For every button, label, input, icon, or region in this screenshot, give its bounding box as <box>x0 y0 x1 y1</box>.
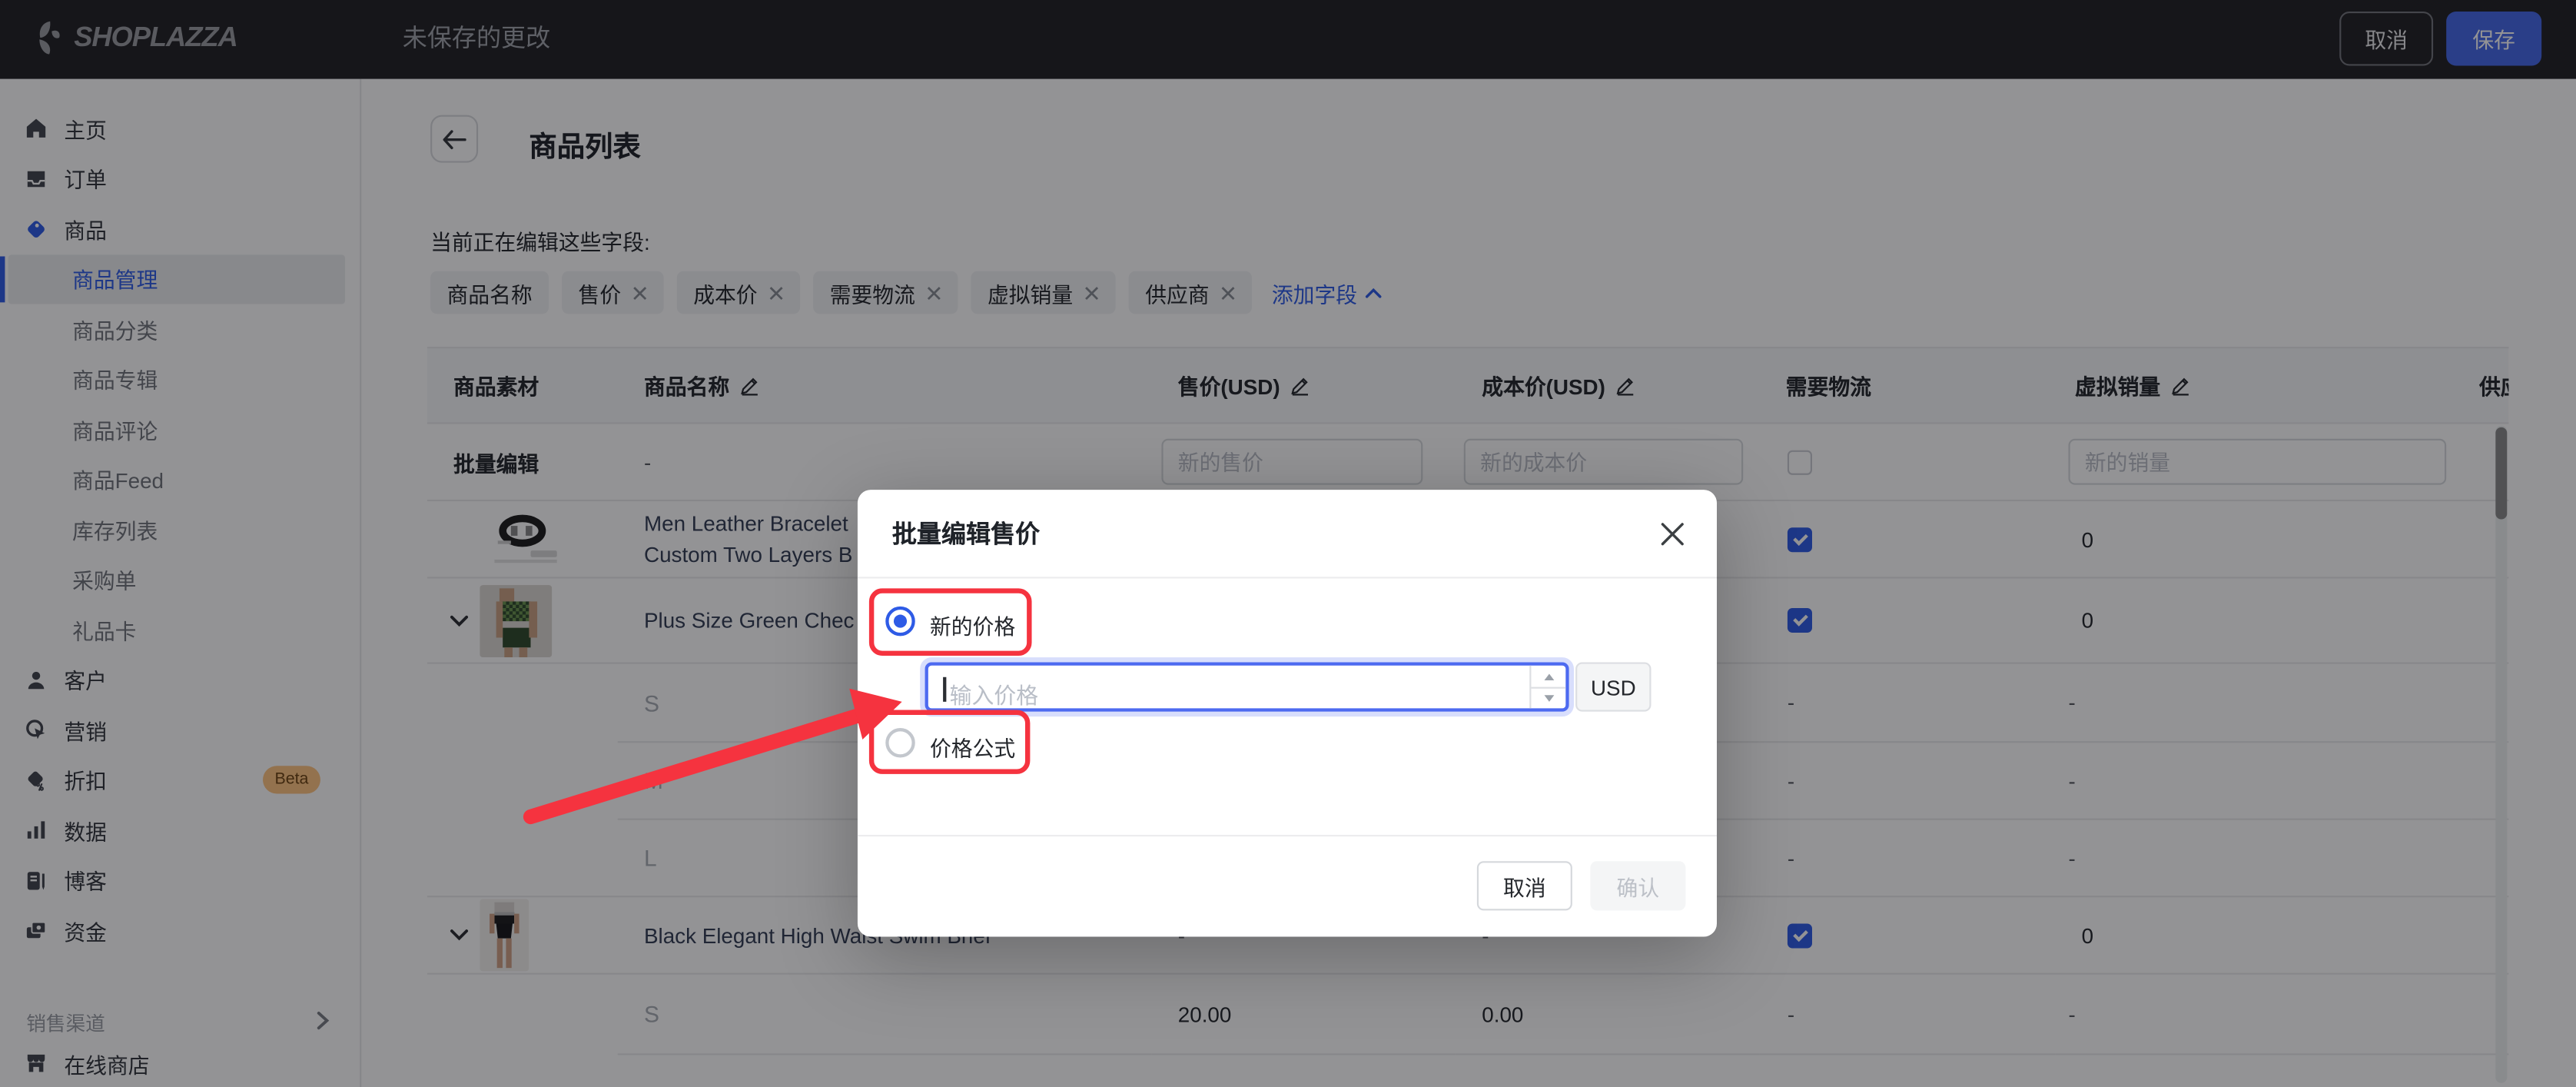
radio-new-price-selected[interactable] <box>885 607 915 636</box>
currency-suffix: USD <box>1575 663 1651 712</box>
price-input-placeholder: 输入价格 <box>950 677 1038 710</box>
modal-footer-divider <box>858 835 1717 836</box>
option-formula-label[interactable]: 价格公式 <box>930 731 1015 763</box>
modal-header: 批量编辑售价 <box>858 490 1717 578</box>
number-stepper <box>1529 666 1565 709</box>
price-input[interactable]: 输入价格 <box>925 663 1569 712</box>
option-new-price-label[interactable]: 新的价格 <box>930 610 1015 641</box>
close-icon[interactable] <box>1659 521 1685 547</box>
modal-confirm-button-disabled[interactable]: 确认 <box>1590 861 1685 910</box>
radio-price-formula[interactable] <box>885 728 915 757</box>
modal-title: 批量编辑售价 <box>892 516 1040 550</box>
stepper-up-icon[interactable] <box>1531 666 1565 687</box>
app-root: SHOPLAZZA 未保存的更改 取消 保存 主页 订单 <box>0 0 2576 1087</box>
modal-cancel-button[interactable]: 取消 <box>1477 861 1572 910</box>
bulk-edit-price-modal: 批量编辑售价 新的价格 输入价格 USD 价格公式 取消 确认 <box>858 490 1717 936</box>
text-cursor <box>943 677 945 702</box>
stepper-down-icon[interactable] <box>1531 687 1565 709</box>
